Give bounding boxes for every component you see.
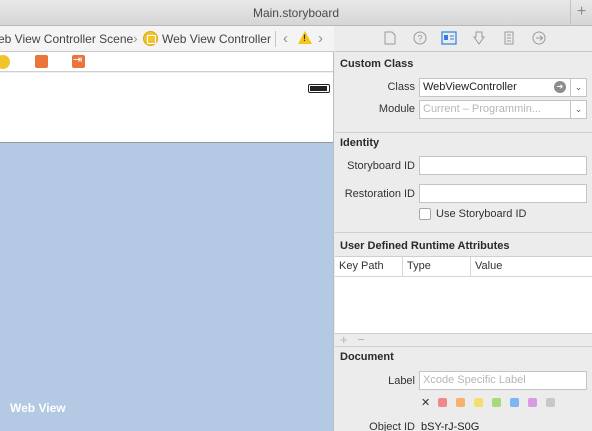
restoration-id-field[interactable] xyxy=(419,184,587,203)
column-key-path[interactable]: Key Path xyxy=(335,257,403,276)
column-type[interactable]: Type xyxy=(403,257,471,276)
document-title: Document xyxy=(340,351,394,363)
class-dropdown-chevron-icon[interactable]: ⌄ xyxy=(570,79,586,96)
identity-inspector-tab[interactable] xyxy=(441,31,457,47)
window-title: Main.storyboard xyxy=(252,6,340,20)
class-combo-box[interactable]: WebViewController ➜ ⌄ xyxy=(419,78,587,97)
add-tab-button[interactable]: + xyxy=(570,0,592,26)
class-label: Class xyxy=(387,81,415,93)
identity-inspector: ? Custom Class Class WebViewController ➜… xyxy=(335,26,592,431)
breadcrumb-separator-icon: › xyxy=(133,30,138,46)
module-combo-box[interactable]: Current – Programmin... ⌄ xyxy=(419,100,587,119)
view-controller-dock-icon[interactable] xyxy=(0,55,10,69)
purple-label-swatch[interactable] xyxy=(528,398,537,407)
module-label: Module xyxy=(378,103,415,115)
runtime-attributes-title: User Defined Runtime Attributes xyxy=(340,240,510,252)
module-dropdown-chevron-icon[interactable]: ⌄ xyxy=(570,101,586,118)
file-icon xyxy=(384,31,396,45)
label-label: Label xyxy=(388,375,415,387)
xcode-label-field[interactable]: Xcode Specific Label xyxy=(419,371,587,390)
inspector-tabs: ? xyxy=(335,26,592,52)
help-icon: ? xyxy=(413,31,427,45)
connections-inspector-tab[interactable] xyxy=(531,31,547,47)
exit-icon[interactable] xyxy=(72,53,85,68)
storyboard-canvas[interactable]: Web View xyxy=(0,52,334,431)
file-inspector-tab[interactable] xyxy=(382,31,398,47)
use-storyboard-id-label: Use Storyboard ID xyxy=(436,208,527,220)
object-id-label: Object ID xyxy=(369,421,415,431)
jump-bar: eb View Controller Scene › Web View Cont… xyxy=(0,26,334,52)
battery-icon xyxy=(308,84,330,93)
connections-icon xyxy=(532,31,546,45)
red-label-swatch[interactable] xyxy=(438,398,447,407)
document-section: Document Label Xcode Specific Label Obje… xyxy=(335,346,592,431)
storyboard-id-label: Storyboard ID xyxy=(347,160,415,172)
previous-issue-icon[interactable]: ‹ xyxy=(283,30,288,47)
status-bar-area xyxy=(0,73,333,143)
runtime-attributes-table[interactable]: Key Path Type Value xyxy=(335,256,592,334)
blue-label-swatch[interactable] xyxy=(510,398,519,407)
first-responder-icon[interactable] xyxy=(35,55,48,68)
warning-icon[interactable] xyxy=(298,31,312,44)
web-view[interactable]: Web View xyxy=(0,143,333,431)
table-header: Key Path Type Value xyxy=(335,257,592,277)
next-issue-icon[interactable]: › xyxy=(318,30,323,47)
view-controller-icon xyxy=(143,31,158,46)
breadcrumb-scene[interactable]: eb View Controller Scene xyxy=(0,32,133,46)
orange-label-swatch[interactable] xyxy=(456,398,465,407)
svg-text:?: ? xyxy=(418,34,423,44)
identity-icon xyxy=(441,31,457,45)
attributes-icon xyxy=(473,31,485,45)
storyboard-id-field[interactable] xyxy=(419,156,587,175)
size-inspector-tab[interactable] xyxy=(501,31,517,47)
green-label-swatch[interactable] xyxy=(492,398,501,407)
custom-class-section: Custom Class Class WebViewController ➜ ⌄… xyxy=(335,52,592,133)
go-to-class-icon[interactable]: ➜ xyxy=(554,81,566,93)
identity-section: Identity Storyboard ID Restoration ID Us… xyxy=(335,133,592,233)
yellow-label-swatch[interactable] xyxy=(474,398,483,407)
scene-dock xyxy=(0,52,333,72)
class-value: WebViewController xyxy=(423,81,517,93)
restoration-id-label: Restoration ID xyxy=(344,188,415,200)
identity-title: Identity xyxy=(340,137,380,149)
clear-label-icon[interactable]: ✕ xyxy=(421,396,430,409)
add-attribute-button[interactable]: + xyxy=(340,332,348,347)
gray-label-swatch[interactable] xyxy=(546,398,555,407)
table-tools: + − xyxy=(340,332,365,347)
size-icon xyxy=(504,31,514,45)
custom-class-title: Custom Class xyxy=(340,58,414,70)
column-value[interactable]: Value xyxy=(471,257,592,276)
object-id-value: bSY-rJ-S0G xyxy=(421,421,480,431)
window-titlebar: Main.storyboard + xyxy=(0,0,592,26)
use-storyboard-id-checkbox[interactable] xyxy=(419,208,431,220)
web-view-label: Web View xyxy=(10,401,66,415)
attributes-inspector-tab[interactable] xyxy=(471,31,487,47)
breadcrumb-controller[interactable]: Web View Controller xyxy=(162,32,271,46)
remove-attribute-button[interactable]: − xyxy=(357,332,365,347)
module-placeholder: Current – Programmin... xyxy=(423,103,541,115)
jumpbar-divider xyxy=(275,31,276,47)
help-inspector-tab[interactable]: ? xyxy=(412,31,428,47)
